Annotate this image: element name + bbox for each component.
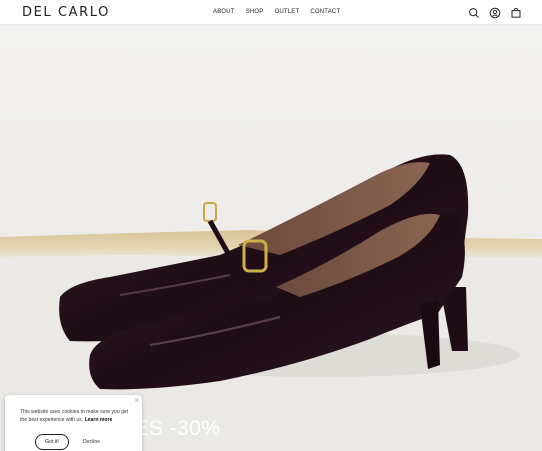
cookie-message: This website uses cookies to make sure y… xyxy=(20,408,136,424)
learn-more-link[interactable]: Learn more xyxy=(85,417,113,423)
decline-cookies-button[interactable]: Decline xyxy=(83,439,100,445)
main-nav: ABOUT SHOP OUTLET CONTACT xyxy=(213,9,340,15)
nav-contact[interactable]: CONTACT xyxy=(310,9,340,15)
cookie-banner: × This website uses cookies to make sure… xyxy=(5,395,142,451)
brand-logo[interactable]: DEL CARLO xyxy=(22,5,110,20)
nav-about[interactable]: ABOUT xyxy=(213,9,235,15)
close-icon[interactable]: × xyxy=(134,396,139,405)
cookie-actions: Got it! Decline xyxy=(35,434,100,450)
hero-image xyxy=(0,25,542,451)
cart-icon[interactable] xyxy=(510,6,522,18)
header-icons xyxy=(468,6,522,19)
nav-shop[interactable]: SHOP xyxy=(246,9,264,15)
site-header: DEL CARLO ABOUT SHOP OUTLET CONTACT xyxy=(0,0,542,25)
account-icon[interactable] xyxy=(489,6,501,19)
nav-outlet[interactable]: OUTLET xyxy=(274,9,299,15)
hero-banner[interactable]: SALES -30% xyxy=(0,25,542,451)
accept-cookies-button[interactable]: Got it! xyxy=(35,434,69,450)
search-icon[interactable] xyxy=(468,6,480,18)
